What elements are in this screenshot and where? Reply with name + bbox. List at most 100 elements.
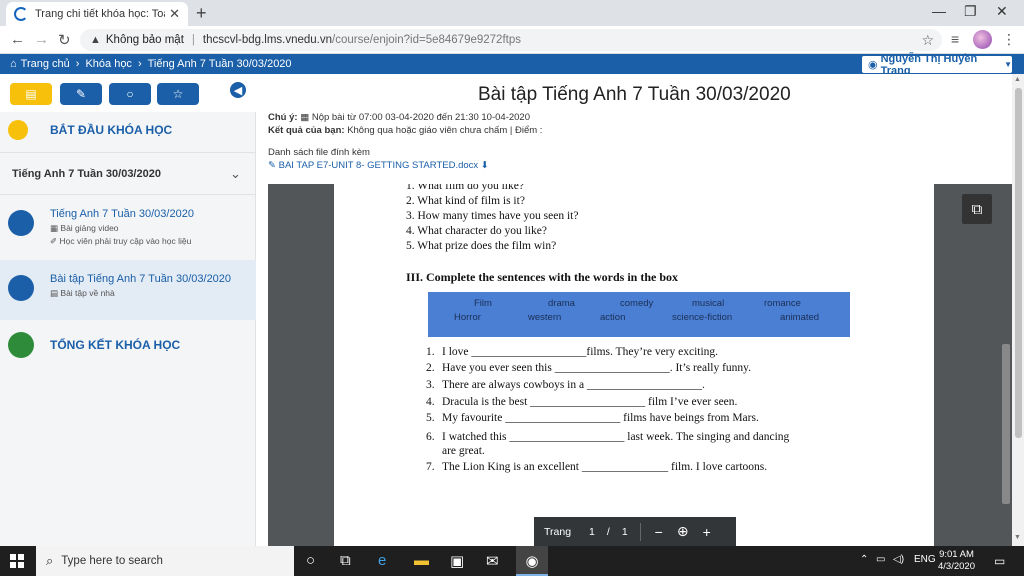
window-close-icon[interactable]: ✕ [996,3,1008,20]
url-path: /course/enjoin?id=5e84679e9272ftps [332,34,521,46]
question-line: 4. What character do you like? [406,225,547,237]
bookmark-star-icon[interactable]: ☆ [921,32,934,49]
tab-lessons[interactable]: ▤ [10,83,52,105]
sentence-text: I watched this ____________________ last… [442,431,790,443]
page-number-input[interactable]: 1 [589,526,595,538]
lesson-marker-icon [8,210,34,236]
page-scrollbar[interactable]: ▲ ▼ [1012,74,1024,546]
store-icon[interactable]: ▣ [450,552,464,570]
attachments-label: Danh sách file đính kèm [268,147,370,158]
user-menu[interactable]: ◉ Nguyễn Thị Huyền Trang ▼ [862,53,1012,77]
windows-start-icon[interactable] [10,554,24,568]
back-arrow-icon[interactable]: ← [10,31,25,48]
sentence-line: 2. Have you ever seen this ______________… [426,362,751,374]
scroll-up-icon[interactable]: ▲ [1014,76,1021,83]
sentence-line: 5. My favourite ____________________ film… [426,412,759,424]
mail-icon[interactable]: ✉ [486,552,499,570]
volume-icon[interactable]: ◁) [893,554,904,565]
warning-icon: ▲ [90,34,101,46]
collapse-sidebar-icon[interactable]: ◀ [230,82,246,98]
browser-tab-strip: Trang chi tiết khóa học: Toán 7 Tuần ✕ +… [0,0,1024,26]
zoom-in-icon[interactable]: + [703,524,711,540]
scroll-down-icon[interactable]: ▼ [1014,534,1021,541]
breadcrumb-current[interactable]: Tiếng Anh 7 Tuần 30/03/2020 [148,58,292,70]
restore-icon[interactable]: ❐ [964,3,977,20]
file-explorer-icon[interactable]: ▬ [414,552,429,569]
deadline-note: Chú ý: ▦ Nộp bài từ 07:00 03-04-2020 đến… [268,112,530,123]
toolbar-divider [639,522,641,541]
sentence-line: 4. Dracula is the best __________________… [426,396,737,408]
forward-arrow-icon[interactable]: → [34,31,49,48]
tab-favorites[interactable]: ☆ [157,83,199,105]
page-label: Trang [544,525,572,538]
pdf-toolbar: Trang 1 / 1 − ⊕ + [534,517,736,546]
minimize-icon[interactable]: — [932,3,946,19]
course-summary-heading[interactable]: TỔNG KẾT KHÓA HỌC [50,338,180,352]
section-heading: III. Complete the sentences with the wor… [406,270,678,284]
user-name: Nguyễn Thị Huyền Trang [880,52,978,77]
language-indicator[interactable]: ENG [914,554,936,565]
sidebar-item-selected-bg [0,260,256,320]
calendar-icon: ▦ [300,112,310,123]
taskbar-search[interactable]: ⌕ Type here to search [36,546,294,576]
page-scroll-thumb[interactable] [1015,88,1022,438]
word-box: Film drama comedy musical romance Horror… [428,292,850,337]
sentence-text: Dracula is the best ____________________… [442,396,738,408]
profile-avatar[interactable] [973,30,992,49]
course-sidebar: ▤ ✎ ○ ☆ ◀ BẮT ĐẦU KHÓA HỌC Tiếng Anh 7 T… [0,74,256,546]
tab-close-icon[interactable]: ✕ [169,6,180,22]
tab-attachments[interactable]: ✎ [60,83,102,105]
browser-toolbar: ← → ↻ ▲ Không bảo mật | thcscvl-bdg.lms.… [0,26,1024,54]
search-icon: ⌕ [46,553,54,568]
insecure-label: Không bảo mật [105,34,184,46]
result-label: Kết quả của bạn: [268,125,345,136]
chrome-menu-icon[interactable]: ⋮ [1002,31,1016,48]
document-page: 1. What film do you like? 2. What kind o… [334,184,934,546]
question-line: 5. What prize does the film win? [406,240,557,252]
exercise-marker-icon [8,275,34,301]
notifications-icon[interactable]: ▭ [994,554,1005,568]
word: musical [692,298,725,309]
task-view-icon[interactable]: ⧉ [340,552,351,569]
sidebar-item-exercise[interactable]: Bài tập Tiếng Anh 7 Tuần 30/03/2020 [50,273,231,285]
media-controls-icon[interactable]: ≡ [951,31,959,47]
word: animated [780,312,820,323]
tray-chevron-icon[interactable]: ⌃ [860,554,868,565]
attachment-link[interactable]: ✎ BAI TAP E7-UNIT 8- GETTING STARTED.doc… [268,160,489,171]
tab-comments[interactable]: ○ [109,83,151,105]
chevron-down-icon[interactable]: ⌄ [230,166,241,182]
sidebar-item-lesson-video[interactable]: Tiếng Anh 7 Tuần 30/03/2020 [50,208,194,220]
chrome-icon[interactable]: ◉ [516,546,548,576]
page-separator: / [606,525,610,538]
section-title[interactable]: Tiếng Anh 7 Tuần 30/03/2020 [12,168,161,180]
end-marker-icon [8,332,34,358]
sidebar-tabs: ▤ ✎ ○ ☆ ◀ [0,74,256,112]
start-course-heading[interactable]: BẮT ĐẦU KHÓA HỌC [50,123,172,137]
word: Film [474,298,492,309]
breadcrumb-courses[interactable]: Khóa học [85,58,131,70]
battery-icon[interactable]: ▭ [876,554,885,565]
page-title: Bài tập Tiếng Anh 7 Tuần 30/03/2020 [478,84,791,105]
zoom-out-icon[interactable]: − [655,524,663,540]
new-tab-button[interactable]: + [196,3,207,24]
popout-button[interactable]: ⧉ [962,194,992,224]
book-icon: ▤ [50,288,61,298]
document-viewer[interactable]: 1. What film do you like? 2. What kind o… [268,184,1012,546]
sentence-text: are great. [442,445,485,457]
taskbar-clock[interactable]: 9:01 AM 4/3/2020 [938,549,975,573]
sentence-number: 7. [426,461,435,473]
download-icon[interactable]: ⬇ [481,160,489,171]
zoom-reset-icon[interactable]: ⊕ [677,523,689,540]
browser-tab[interactable]: Trang chi tiết khóa học: Toán 7 Tuần ✕ [6,2,188,26]
breadcrumb-home[interactable]: Trang chủ [21,58,70,70]
star-icon: ☆ [172,87,184,101]
document-scrollbar[interactable] [1002,344,1010,504]
cortana-icon[interactable]: ○ [306,552,315,569]
book-icon: ▤ [25,87,37,101]
item-sub-video: ▦ Bài giảng video [50,223,119,234]
reload-icon[interactable]: ↻ [58,31,71,49]
paperclip-icon: ✎ [268,160,279,171]
taskbar-search-placeholder: Type here to search [61,555,163,567]
address-bar[interactable]: ▲ Không bảo mật | thcscvl-bdg.lms.vnedu.… [80,29,942,51]
edge-icon[interactable]: e [378,552,386,569]
